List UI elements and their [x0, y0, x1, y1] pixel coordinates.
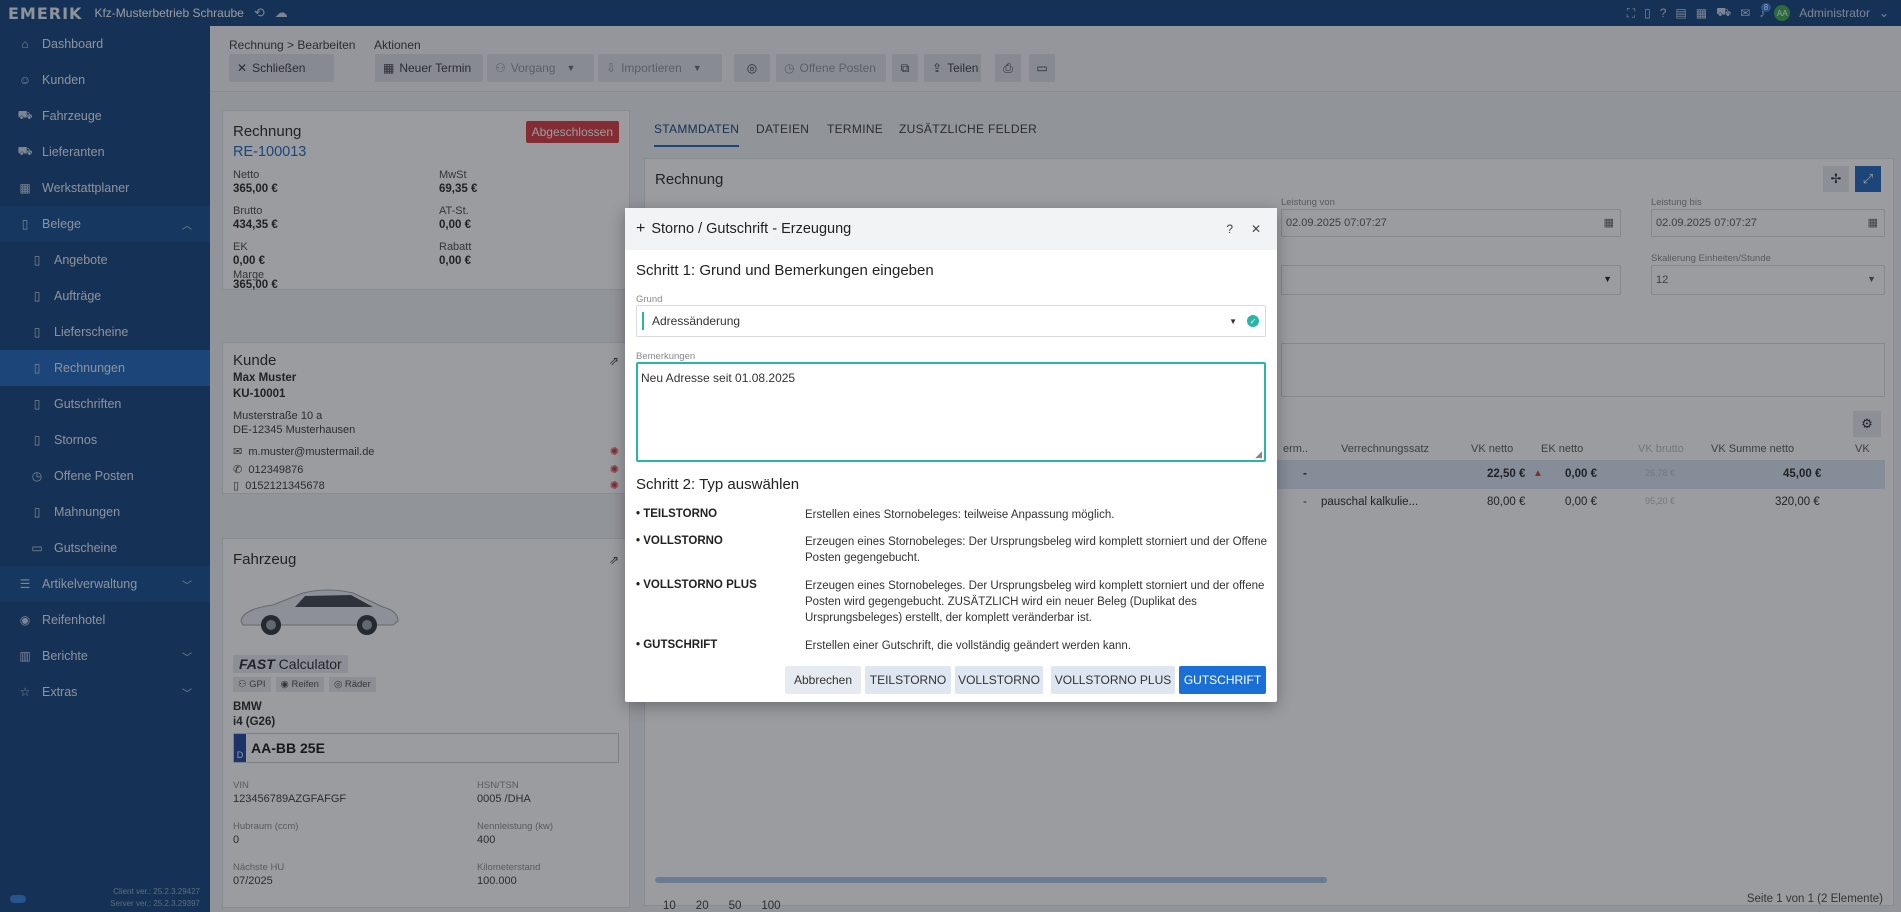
gutschrift-button[interactable]: GUTSCHRIFT: [1179, 666, 1266, 694]
resize-handle-icon[interactable]: ◢: [1255, 449, 1262, 460]
type-name-vollstorno-plus: • VOLLSTORNO PLUS: [636, 579, 757, 591]
type-name-vollstorno: • VOLLSTORNO: [636, 535, 723, 547]
type-desc-vollstorno-plus: Erzeugen eines Stornobeleges. Der Urspru…: [805, 580, 1265, 624]
close-icon[interactable]: ✕: [1251, 222, 1261, 236]
type-name-teilstorno: • TEILSTORNO: [636, 508, 718, 520]
type-desc-vollstorno: Erzeugen eines Stornobeleges: Der Urspru…: [805, 536, 1267, 564]
check-icon: ✓: [1247, 315, 1259, 327]
type-desc-gutschrift: Erstellen einer Gutschrift, die vollstän…: [805, 640, 1132, 652]
focus-bar: [642, 312, 644, 330]
modal-header: + Storno / Gutschrift - Erzeugung ? ✕: [625, 208, 1277, 250]
cancel-button[interactable]: Abbrechen: [785, 666, 861, 694]
bemerkungen-textarea[interactable]: Neu Adresse seit 01.08.2025 ◢: [636, 362, 1266, 462]
type-name-gutschrift: • GUTSCHRIFT: [636, 639, 718, 651]
grund-label: Grund: [636, 294, 663, 305]
teilstorno-button[interactable]: TEILSTORNO: [865, 666, 951, 694]
vollstorno-button[interactable]: VOLLSTORNO: [955, 666, 1043, 694]
help-icon[interactable]: ?: [1226, 222, 1233, 236]
caret-down-icon: ▼: [1229, 316, 1237, 326]
step2-heading: Schritt 2: Typ auswählen: [636, 476, 800, 493]
type-desc-teilstorno: Erstellen eines Stornobeleges: teilweise…: [805, 509, 1115, 521]
storno-modal: + Storno / Gutschrift - Erzeugung ? ✕ Sc…: [625, 208, 1277, 702]
modal-title: Storno / Gutschrift - Erzeugung: [651, 221, 852, 237]
bemerkungen-label: Bemerkungen: [636, 351, 696, 362]
grund-select[interactable]: Adressänderung ▼ ✓: [636, 305, 1266, 337]
plus-icon: +: [636, 220, 646, 237]
step1-heading: Schritt 1: Grund und Bemerkungen eingebe…: [636, 262, 934, 279]
vollstorno-plus-button[interactable]: VOLLSTORNO PLUS: [1051, 666, 1175, 694]
